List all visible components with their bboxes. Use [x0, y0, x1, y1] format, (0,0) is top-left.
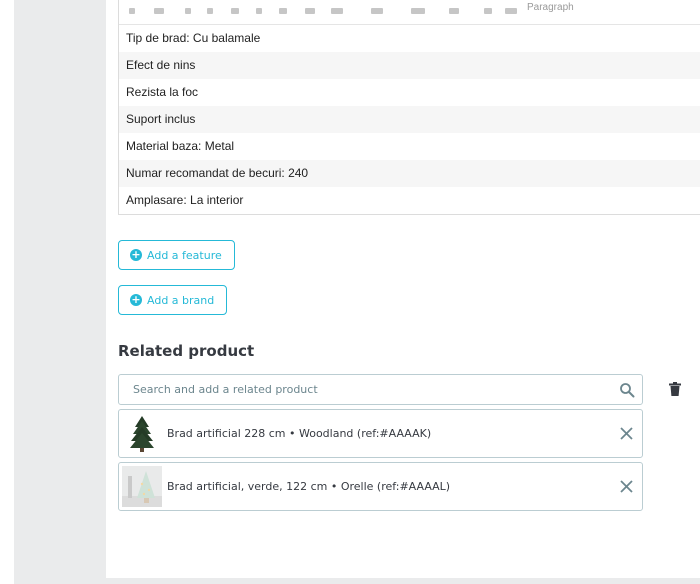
bullet-list-icon[interactable] — [371, 8, 383, 14]
add-brand-button[interactable]: + Add a brand — [118, 285, 228, 315]
feature-line: Amplasare: La interior — [126, 193, 244, 207]
related-product-name: Brad artificial, verde, 122 cm • Orelle … — [167, 480, 451, 493]
subscript-icon[interactable] — [256, 8, 262, 14]
undo-icon[interactable] — [129, 8, 135, 14]
related-product-item: Brad artificial, verde, 122 cm • Orelle … — [118, 462, 643, 511]
align-icon[interactable] — [305, 8, 315, 14]
close-icon[interactable] — [620, 427, 633, 440]
feature-line: Rezista la foc — [126, 85, 199, 99]
christmas-tree-thumbnail — [122, 413, 162, 454]
feature-line: Efect de nins — [119, 52, 700, 79]
related-product-name: Brad artificial 228 cm • Woodland (ref:#… — [167, 427, 432, 440]
table-icon[interactable] — [449, 8, 459, 14]
related-product-item: Brad artificial 228 cm • Woodland (ref:#… — [118, 409, 643, 458]
feature-line: Material baza: Metal — [126, 139, 235, 153]
search-icon[interactable] — [619, 382, 635, 398]
image-icon[interactable] — [484, 8, 492, 14]
feature-line: Suport inclus — [119, 106, 700, 133]
numbered-list-icon[interactable] — [411, 8, 425, 14]
related-product-title: Related product — [118, 342, 255, 360]
sidebar-strip — [14, 0, 106, 584]
related-product-search[interactable] — [118, 374, 643, 405]
add-feature-button[interactable]: + Add a feature — [118, 240, 235, 270]
trash-icon[interactable] — [669, 382, 681, 396]
add-brand-label: Add a brand — [147, 293, 215, 307]
editor-toolbar: Paragraph — [119, 0, 700, 25]
add-feature-label: Add a feature — [147, 248, 222, 262]
paragraph-format-select[interactable]: Paragraph — [527, 2, 574, 13]
close-icon[interactable] — [620, 480, 633, 493]
align-justify-icon[interactable] — [331, 8, 343, 14]
link-icon[interactable] — [279, 8, 287, 14]
plus-circle-icon: + — [130, 293, 142, 306]
underline-icon[interactable] — [154, 8, 164, 14]
feature-line: Numar recomandat de becuri: 240 — [119, 160, 700, 187]
code-icon[interactable] — [505, 8, 517, 14]
text-color-icon[interactable] — [231, 8, 239, 14]
features-editor[interactable]: Paragraph Tip de brad: Cu balamale Efect… — [118, 0, 700, 215]
strike-icon[interactable] — [207, 8, 213, 14]
decorated-tree-thumbnail — [122, 466, 162, 507]
related-product-search-input[interactable] — [131, 382, 615, 397]
left-gutter — [0, 0, 14, 584]
feature-line: Tip de brad: Cu balamale — [126, 31, 261, 45]
format-icon[interactable] — [185, 8, 191, 14]
plus-circle-icon: + — [130, 248, 142, 261]
